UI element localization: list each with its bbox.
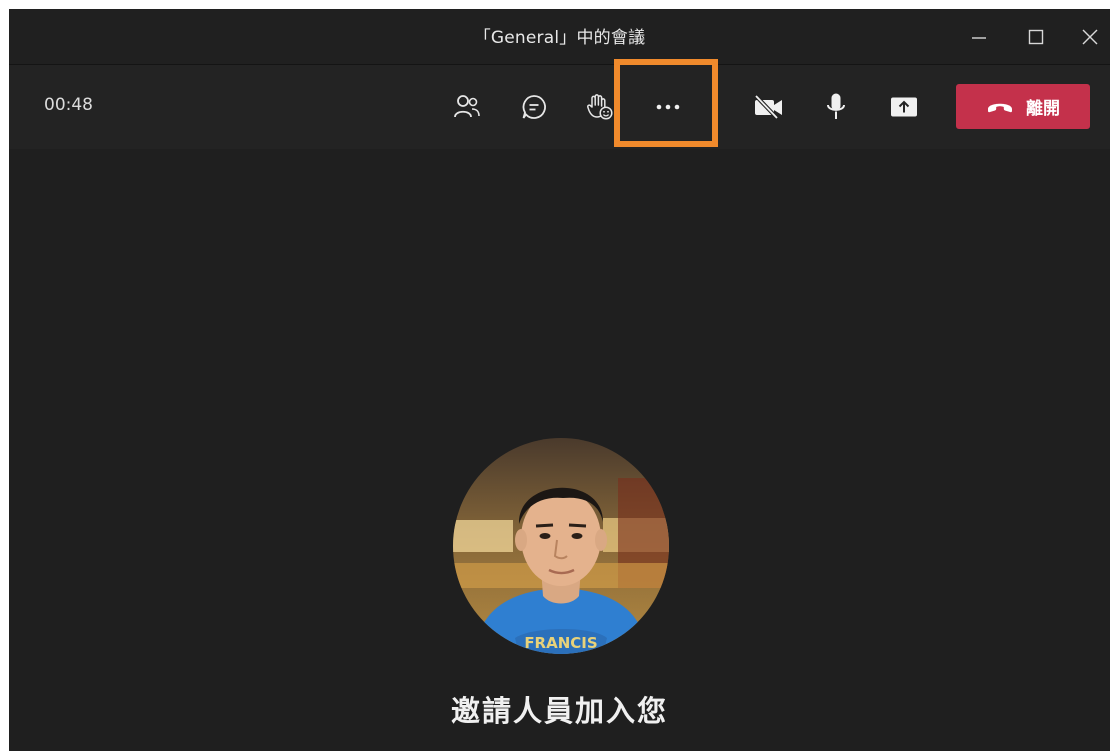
microphone-button[interactable]	[816, 87, 856, 127]
more-options-highlight	[614, 59, 718, 147]
title-bar: 「General」中的會議	[9, 9, 1110, 65]
svg-text:FRANCIS: FRANCIS	[524, 634, 597, 652]
meeting-window: 「General」中的會議 00:48 離開 FRANCIS 邀請人員加入您	[9, 9, 1110, 751]
meeting-toolbar: 00:48 離開	[9, 65, 1110, 149]
avatar: FRANCIS	[453, 438, 669, 654]
call-timer: 00:48	[44, 95, 93, 115]
leave-label: 離開	[1026, 99, 1060, 119]
minimize-button[interactable]	[954, 9, 1004, 64]
raise-hand-icon	[587, 94, 613, 120]
close-icon	[1082, 29, 1098, 44]
chat-button[interactable]	[514, 87, 554, 127]
maximize-button[interactable]	[1011, 9, 1061, 64]
maximize-icon	[1028, 29, 1044, 44]
people-icon	[454, 95, 480, 118]
minimize-icon	[972, 36, 986, 39]
window-title: 「General」中的會議	[473, 28, 646, 48]
chat-icon	[522, 95, 546, 119]
hang-up-icon	[988, 103, 1012, 112]
microphone-icon	[827, 93, 845, 119]
share-screen-icon	[891, 97, 917, 117]
camera-off-icon	[754, 95, 782, 119]
camera-button[interactable]	[749, 87, 789, 127]
meeting-stage: FRANCIS 邀請人員加入您	[9, 149, 1110, 751]
profile-photo: FRANCIS	[453, 438, 669, 654]
invite-heading: 邀請人員加入您	[450, 694, 668, 728]
reactions-button[interactable]	[579, 87, 619, 127]
participants-button[interactable]	[447, 87, 487, 127]
close-button[interactable]	[1065, 9, 1110, 64]
leave-button[interactable]: 離開	[956, 84, 1090, 129]
share-screen-button[interactable]	[884, 87, 924, 127]
